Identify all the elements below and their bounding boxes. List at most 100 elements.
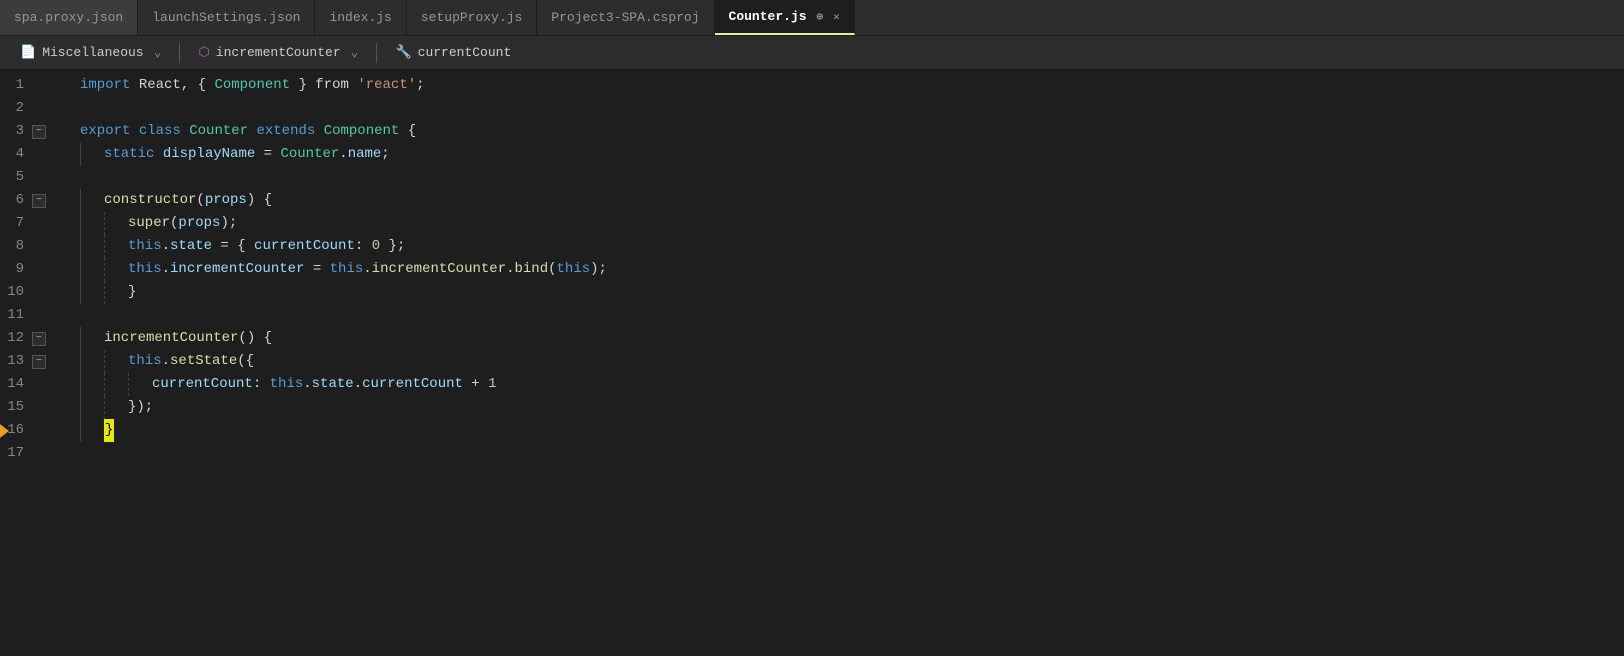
line-num-8: 8 xyxy=(0,235,30,258)
gutter-line-13: 13 − xyxy=(0,350,72,373)
line-num-12: 12 xyxy=(0,327,30,350)
gutter-line-5: 5 xyxy=(0,166,72,189)
code-token: 0 xyxy=(372,235,380,258)
tab-counter-js[interactable]: Counter.js ⊕ ✕ xyxy=(715,0,855,35)
fold-box-12[interactable]: − xyxy=(32,332,46,346)
code-token: ( xyxy=(196,189,204,212)
code-token: from xyxy=(315,74,357,97)
code-line-10: } xyxy=(72,281,1624,304)
code-token: props xyxy=(178,212,220,235)
code-token: setState xyxy=(170,350,237,373)
chevron-down-icon-1[interactable]: ⌄ xyxy=(154,45,162,60)
code-token: this xyxy=(128,235,162,258)
code-content[interactable]: import React, { Component } from 'react'… xyxy=(72,70,1624,656)
code-line-13: this.setState({ xyxy=(72,350,1624,373)
code-line-7: super(props); xyxy=(72,212,1624,235)
breakpoint-arrow xyxy=(0,421,9,441)
code-token: . xyxy=(363,258,371,281)
gutter-line-3: 3 − xyxy=(0,120,72,143)
tab-project3-spa[interactable]: Project3-SPA.csproj xyxy=(537,0,714,35)
code-token: . xyxy=(162,258,170,281)
code-token: . xyxy=(339,143,347,166)
editor: 1 2 3 − 4 5 6 − xyxy=(0,70,1624,656)
code-token: + xyxy=(463,373,488,396)
code-line-2 xyxy=(72,97,1624,120)
code-token: this xyxy=(330,258,364,281)
code-token: ( xyxy=(548,258,556,281)
code-token: static xyxy=(104,143,154,166)
gutter-line-8: 8 xyxy=(0,235,72,258)
code-token: ); xyxy=(220,212,237,235)
breadcrumb-label-3: currentCount xyxy=(418,45,512,60)
tab-index-js[interactable]: index.js xyxy=(315,0,406,35)
gutter-line-10: 10 xyxy=(0,281,72,304)
code-token xyxy=(315,120,323,143)
code-token: ({ xyxy=(237,350,254,373)
tab-launch-settings[interactable]: launchSettings.json xyxy=(138,0,315,35)
code-token: constructor xyxy=(104,189,196,212)
code-token xyxy=(130,120,138,143)
wrench-icon: 🔧 xyxy=(395,45,411,60)
code-token: ( xyxy=(170,212,178,235)
fold-icon-13[interactable]: − xyxy=(30,355,50,369)
code-token: currentCount xyxy=(254,235,355,258)
breadcrumb-section-2[interactable]: ⬡ incrementCounter ⌄ xyxy=(188,45,368,60)
code-line-15: }); xyxy=(72,396,1624,419)
code-token: Counter xyxy=(189,120,248,143)
fold-box-6[interactable]: − xyxy=(32,194,46,208)
tab-setup-proxy[interactable]: setupProxy.js xyxy=(407,0,537,35)
tab-label-project3-spa: Project3-SPA.csproj xyxy=(551,10,699,25)
code-token: import xyxy=(80,74,130,97)
tab-spa-proxy[interactable]: spa.proxy.json xyxy=(0,0,138,35)
fold-icon-6[interactable]: − xyxy=(30,194,50,208)
code-token: }; xyxy=(380,235,405,258)
tab-pin-icon[interactable]: ⊕ xyxy=(817,10,824,24)
code-token: . xyxy=(506,258,514,281)
code-token: incrementCounter xyxy=(372,258,506,281)
gutter-line-1: 1 xyxy=(0,74,72,97)
code-token: . xyxy=(354,373,362,396)
code-token: incrementCounter xyxy=(104,327,238,350)
code-token: props xyxy=(205,189,247,212)
code-token: } xyxy=(128,281,136,304)
breadcrumb-label-2: incrementCounter xyxy=(216,45,341,60)
code-token: = xyxy=(304,258,329,281)
breadcrumb-section-3[interactable]: 🔧 currentCount xyxy=(385,45,521,60)
gutter-line-4: 4 xyxy=(0,143,72,166)
line-gutter: 1 2 3 − 4 5 6 − xyxy=(0,70,72,656)
code-token: this xyxy=(557,258,591,281)
code-line-12: incrementCounter() { xyxy=(72,327,1624,350)
fold-icon-3[interactable]: − xyxy=(30,125,50,139)
breadcrumb-bar: 📄 Miscellaneous ⌄ ⬡ incrementCounter ⌄ 🔧… xyxy=(0,36,1624,70)
code-token: . xyxy=(303,373,311,396)
code-token: : xyxy=(253,373,270,396)
fold-icon-12[interactable]: − xyxy=(30,332,50,346)
chevron-down-icon-2[interactable]: ⌄ xyxy=(351,45,359,60)
tab-close-icon[interactable]: ✕ xyxy=(833,10,840,24)
fold-box-13[interactable]: − xyxy=(32,355,46,369)
fold-box-3[interactable]: − xyxy=(32,125,46,139)
line-num-14: 14 xyxy=(0,373,30,396)
code-token: ; xyxy=(416,74,424,97)
gutter-line-16: 16 xyxy=(0,419,72,442)
code-token: state xyxy=(170,235,212,258)
gutter-line-7: 7 xyxy=(0,212,72,235)
code-line-11 xyxy=(72,304,1624,327)
code-line-4: static displayName = Counter.name; xyxy=(72,143,1624,166)
code-token: : xyxy=(355,235,372,258)
breadcrumb-divider-2 xyxy=(376,43,377,63)
code-token: React, xyxy=(130,74,197,97)
line-num-4: 4 xyxy=(0,143,30,166)
line-num-10: 10 xyxy=(0,281,30,304)
code-token: = { xyxy=(212,235,254,258)
highlighted-brace: } xyxy=(104,419,114,442)
breadcrumb-section-1[interactable]: 📄 Miscellaneous ⌄ xyxy=(10,45,171,60)
line-num-6: 6 xyxy=(0,189,30,212)
gutter-line-12: 12 − xyxy=(0,327,72,350)
line-num-1: 1 xyxy=(0,74,30,97)
gutter-line-14: 14 xyxy=(0,373,72,396)
code-line-9: this.incrementCounter = this.incrementCo… xyxy=(72,258,1624,281)
code-token: ; xyxy=(381,143,389,166)
file-icon: 📄 xyxy=(20,45,36,60)
code-token: ) { xyxy=(247,189,272,212)
